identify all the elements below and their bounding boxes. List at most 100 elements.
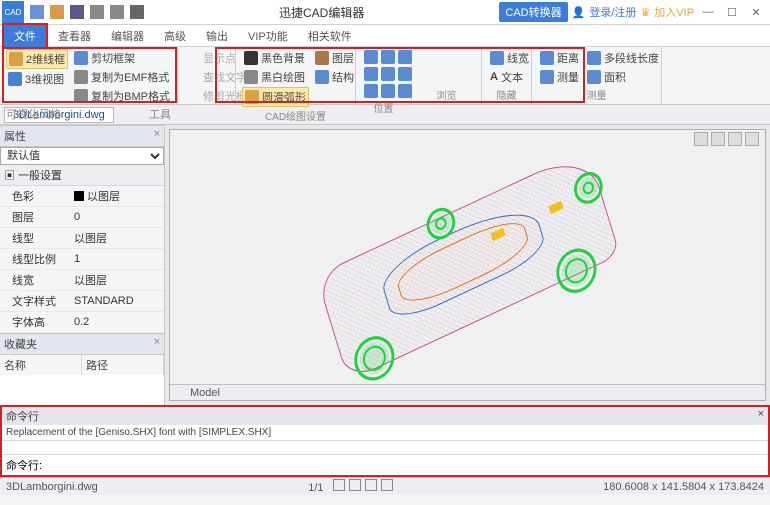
cad-convert-button[interactable]: CAD转换器 xyxy=(499,2,567,22)
ruler-icon xyxy=(540,51,554,65)
vp-tool-icon[interactable] xyxy=(711,132,725,146)
command-input[interactable] xyxy=(46,459,764,471)
qat-redo-icon[interactable] xyxy=(110,5,124,19)
viewport-canvas[interactable]: Model xyxy=(169,129,766,401)
menu-advanced[interactable]: 高级 xyxy=(154,25,196,47)
bw-icon xyxy=(244,70,258,84)
favorites-col-name: 名称 xyxy=(0,355,82,375)
menu-vip[interactable]: VIP功能 xyxy=(238,25,298,47)
model-tab-bar: Model xyxy=(170,384,765,400)
menu-bar: 文件 查看器 编辑器 高级 输出 VIP功能 相关软件 xyxy=(0,25,770,47)
panel-close-icon[interactable]: × xyxy=(154,336,160,352)
vp-tool-icon[interactable] xyxy=(745,132,759,146)
qat-save-icon[interactable] xyxy=(70,5,84,19)
prop-row-linetype[interactable]: 线型以图层 xyxy=(0,228,164,249)
smooth-arc-button[interactable]: 圆滑弧形 xyxy=(242,87,309,107)
copy-emf-button[interactable]: 复制为EMF格式 xyxy=(72,68,172,86)
layer-button[interactable]: 图层 xyxy=(313,49,356,67)
black-bg-button[interactable]: 黑色背景 xyxy=(242,49,309,67)
maximize-button[interactable]: ☐ xyxy=(722,6,742,19)
linewidth-button[interactable]: 线宽 xyxy=(488,49,531,67)
app-title: 迅捷CAD编辑器 xyxy=(144,4,499,21)
menu-file[interactable]: 文件 xyxy=(2,23,48,49)
menu-viewer[interactable]: 查看器 xyxy=(48,25,101,47)
favorites-panel-header: 收藏夹× xyxy=(0,333,164,355)
text-button[interactable]: A文本 xyxy=(488,68,531,86)
copy-bmp-button[interactable]: 复制为BMP格式 xyxy=(72,87,172,105)
prop-row-color[interactable]: 色彩以图层 xyxy=(0,186,164,207)
crown-icon: ♛ xyxy=(640,6,650,19)
prop-row-lineweight[interactable]: 线宽以图层 xyxy=(0,270,164,291)
menu-plugins[interactable]: 相关软件 xyxy=(298,25,362,47)
nav-tool-1[interactable] xyxy=(418,49,470,65)
prop-row-textheight[interactable]: 字体高0.2 xyxy=(0,312,164,333)
zoom-icon xyxy=(398,67,412,81)
struct-button[interactable]: 结构 xyxy=(313,68,356,86)
user-icon[interactable]: 👤 xyxy=(572,6,586,19)
vp-tool-icon[interactable] xyxy=(728,132,742,146)
layer-icon xyxy=(315,51,329,65)
pos-tool-1[interactable] xyxy=(362,49,414,65)
area-button[interactable]: 面积 xyxy=(585,68,661,86)
cube3d-icon xyxy=(8,72,22,86)
menu-output[interactable]: 输出 xyxy=(196,25,238,47)
command-prompt-label: 命令行: xyxy=(6,457,42,473)
zoom-icon xyxy=(364,67,378,81)
status-icon[interactable] xyxy=(333,479,345,491)
qat-print-icon[interactable] xyxy=(130,5,144,19)
vip-button[interactable]: 加入VIP xyxy=(654,4,694,20)
nav-icon xyxy=(420,67,434,81)
color-swatch xyxy=(74,191,84,201)
left-panel: 属性× 默认值 ▣ 一般设置 色彩以图层 图层0 线型以图层 线型比例1 线宽以… xyxy=(0,125,165,405)
vp-tool-icon[interactable] xyxy=(694,132,708,146)
pos-tool-2[interactable] xyxy=(362,66,414,82)
nav-tool-2[interactable] xyxy=(418,66,470,82)
login-link[interactable]: 登录/注册 xyxy=(589,4,636,20)
qat-new-icon[interactable] xyxy=(30,5,44,19)
properties-category[interactable]: ▣ 一般设置 xyxy=(0,165,164,186)
status-icon[interactable] xyxy=(381,479,393,491)
text-icon: A xyxy=(490,71,498,83)
copy-icon xyxy=(74,89,88,103)
panel-close-icon[interactable]: × xyxy=(154,128,160,144)
close-button[interactable]: ✕ xyxy=(746,6,766,19)
pos-tool-3[interactable] xyxy=(362,83,414,99)
properties-selector[interactable]: 默认值 xyxy=(0,147,164,165)
cube-icon xyxy=(9,52,23,66)
scissors-icon xyxy=(74,51,88,65)
prop-row-textstyle[interactable]: 文字样式STANDARD xyxy=(0,291,164,312)
viewport[interactable]: Model xyxy=(165,125,770,405)
search-icon xyxy=(186,70,200,84)
status-icon[interactable] xyxy=(365,479,377,491)
view-3d-button[interactable]: 3维视图 xyxy=(6,70,68,88)
prop-row-linescale[interactable]: 线型比例1 xyxy=(0,249,164,270)
title-bar: CAD 迅捷CAD编辑器 CAD转换器 👤 登录/注册 ♛ 加入VIP — ☐ … xyxy=(0,0,770,25)
status-icon[interactable] xyxy=(349,479,361,491)
bw-draw-button[interactable]: 黑白绘图 xyxy=(242,68,309,86)
panel-close-icon[interactable]: × xyxy=(758,408,764,424)
group-measure-label: 测量 xyxy=(538,87,655,102)
car-wireframe xyxy=(315,148,619,381)
polyline-length-button[interactable]: 多段线长度 xyxy=(585,49,661,67)
minimize-button[interactable]: — xyxy=(698,6,718,18)
clip-frame-button[interactable]: 剪切框架 xyxy=(72,49,172,67)
qat-open-icon[interactable] xyxy=(50,5,64,19)
wireframe-2d-button[interactable]: 2维线框 xyxy=(6,49,68,69)
area-icon xyxy=(587,70,601,84)
measure-button[interactable]: 测量 xyxy=(538,68,581,86)
command-line: 命令行: xyxy=(2,455,768,475)
model-tab[interactable]: Model xyxy=(190,387,220,399)
zoom-icon xyxy=(364,84,378,98)
zoom-icon xyxy=(398,50,412,64)
qat-undo-icon[interactable] xyxy=(90,5,104,19)
menu-editor[interactable]: 编辑器 xyxy=(101,25,154,47)
group-position-label: 位置 xyxy=(362,100,405,115)
prop-row-layer[interactable]: 图层0 xyxy=(0,207,164,228)
restore-icon xyxy=(186,89,200,103)
line-icon xyxy=(490,51,504,65)
viewport-tools xyxy=(694,132,759,146)
zoom-icon xyxy=(381,67,395,81)
nav-icon xyxy=(437,50,451,64)
ribbon: 2维线框 3维视图 剪切框架 复制为EMF格式 复制为BMP格式 可视化风格工具… xyxy=(0,47,770,105)
distance-button[interactable]: 距离 xyxy=(538,49,581,67)
